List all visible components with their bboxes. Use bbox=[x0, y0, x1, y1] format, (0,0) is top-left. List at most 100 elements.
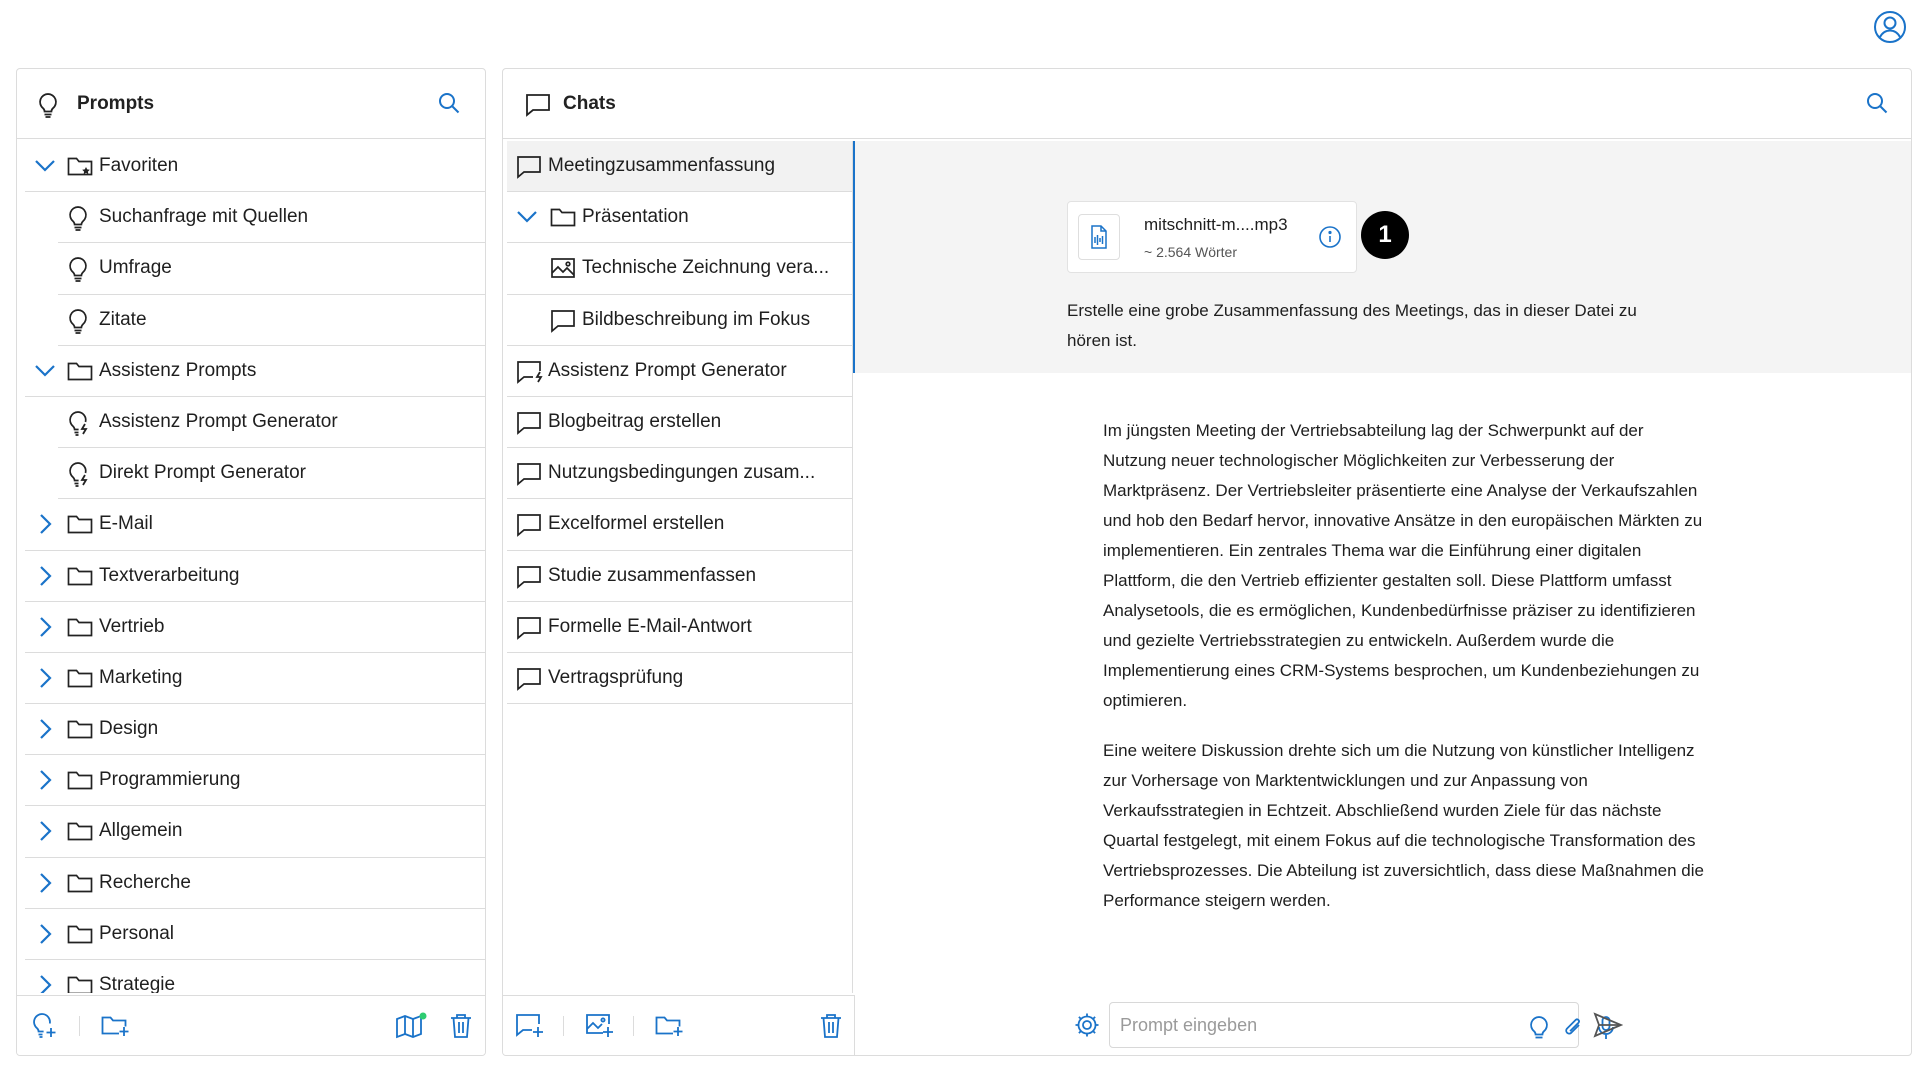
folder-design[interactable]: Design bbox=[25, 704, 485, 756]
chevron-right-icon[interactable] bbox=[33, 769, 57, 791]
chevron-right-icon[interactable] bbox=[33, 513, 57, 535]
folder-label: Programmierung bbox=[99, 769, 241, 791]
folder-assistenz-prompts[interactable]: Assistenz Prompts bbox=[25, 346, 485, 397]
chevron-right-icon[interactable] bbox=[33, 872, 57, 894]
folder-vertrieb[interactable]: Vertrieb bbox=[25, 602, 485, 653]
chat-item[interactable]: Excelformel erstellen bbox=[507, 499, 852, 551]
send-icon[interactable] bbox=[1593, 1011, 1623, 1039]
new-image-chat-icon[interactable] bbox=[585, 1012, 615, 1040]
folder-personal[interactable]: Personal bbox=[25, 909, 485, 960]
user-message: mitschnitt-m....mp3 ~ 2.564 Wörter 1 Ers… bbox=[855, 141, 1911, 373]
prompt-item[interactable]: Suchanfrage mit Quellen bbox=[58, 192, 485, 244]
chevron-right-icon[interactable] bbox=[33, 667, 57, 689]
callout-badge: 1 bbox=[1361, 211, 1409, 259]
chevron-down-icon[interactable] bbox=[33, 360, 57, 382]
folder-strategie[interactable]: Strategie bbox=[25, 960, 485, 993]
folder-programmierung[interactable]: Programmierung bbox=[25, 755, 485, 807]
chat-bubble-icon bbox=[516, 615, 542, 641]
chevron-down-icon[interactable] bbox=[33, 155, 57, 177]
divider bbox=[79, 1016, 80, 1036]
chevron-right-icon[interactable] bbox=[33, 923, 57, 945]
chat-item[interactable]: Vertragsprüfung bbox=[507, 653, 852, 705]
folder-label: Strategie bbox=[99, 974, 176, 993]
folder-favoriten[interactable]: Favoriten bbox=[25, 141, 485, 193]
chevron-right-icon[interactable] bbox=[33, 616, 57, 638]
chat-bolt-icon bbox=[516, 359, 544, 385]
folder-icon bbox=[67, 973, 93, 993]
chat-item[interactable]: Nutzungsbedingungen zusam... bbox=[507, 448, 852, 500]
user-message-text: Erstelle eine grobe Zusammenfassung des … bbox=[1067, 301, 1637, 350]
chevron-right-icon[interactable] bbox=[33, 565, 57, 587]
chat-label: Formelle E-Mail-Antwort bbox=[548, 615, 752, 637]
lightbulb-icon bbox=[67, 308, 89, 334]
folder-label: Assistenz Prompts bbox=[99, 359, 257, 381]
prompt-label: Umfrage bbox=[99, 257, 172, 279]
chat-item[interactable]: Blogbeitrag erstellen bbox=[507, 397, 852, 449]
folder-label: Marketing bbox=[99, 666, 183, 688]
divider bbox=[633, 1016, 634, 1036]
chat-folder-praesentation[interactable]: Präsentation bbox=[507, 192, 852, 244]
folder-recherche[interactable]: Recherche bbox=[25, 858, 485, 909]
chat-bubble-icon bbox=[516, 461, 542, 487]
folder-icon bbox=[67, 512, 93, 536]
chat-bubble-icon bbox=[516, 410, 542, 436]
folder-marketing[interactable]: Marketing bbox=[25, 653, 485, 705]
chat-bubble-icon bbox=[516, 564, 542, 590]
search-icon[interactable] bbox=[437, 91, 461, 115]
folder-e-mail[interactable]: E-Mail bbox=[25, 499, 485, 551]
chevron-right-icon[interactable] bbox=[33, 820, 57, 842]
folder-icon bbox=[67, 615, 93, 639]
chats-footer bbox=[503, 995, 855, 1055]
folder-textverarbeitung[interactable]: Textverarbeitung bbox=[25, 551, 485, 602]
chat-item-selected[interactable]: Meetingzusammenfassung bbox=[507, 141, 852, 193]
add-folder-icon[interactable] bbox=[101, 1012, 131, 1038]
chat-item[interactable]: Assistenz Prompt Generator bbox=[507, 346, 852, 397]
prompt-input-bar bbox=[855, 995, 1911, 1055]
folder-allgemein[interactable]: Allgemein bbox=[25, 806, 485, 858]
prompt-item[interactable]: Direkt Prompt Generator bbox=[58, 448, 485, 500]
folder-icon bbox=[67, 564, 93, 588]
prompt-item[interactable]: Assistenz Prompt Generator bbox=[58, 397, 485, 449]
chevron-right-icon[interactable] bbox=[33, 974, 57, 993]
chevron-down-icon[interactable] bbox=[515, 206, 539, 228]
user-account-button[interactable] bbox=[1873, 10, 1907, 44]
chat-item[interactable]: Formelle E-Mail-Antwort bbox=[507, 602, 852, 653]
prompt-library-icon[interactable] bbox=[395, 1012, 427, 1040]
prompts-title: Prompts bbox=[77, 93, 155, 114]
prompt-input[interactable] bbox=[1120, 1003, 1520, 1047]
chat-label: Excelformel erstellen bbox=[548, 513, 725, 535]
assistant-paragraph: Im jüngsten Meeting der Vertriebsabteilu… bbox=[1103, 421, 1703, 710]
chat-label: Studie zusammenfassen bbox=[548, 564, 757, 586]
new-chat-icon[interactable] bbox=[515, 1012, 545, 1040]
lightbulb-icon bbox=[67, 256, 89, 283]
chat-item[interactable]: Technische Zeichnung vera... bbox=[507, 243, 852, 295]
paperclip-icon[interactable] bbox=[1562, 1015, 1584, 1041]
trash-icon[interactable] bbox=[819, 1012, 843, 1040]
chat-item[interactable]: Studie zusammenfassen bbox=[507, 551, 852, 602]
prompt-input-field bbox=[1109, 1002, 1614, 1048]
prompt-item[interactable]: Umfrage bbox=[58, 243, 485, 295]
search-icon[interactable] bbox=[1865, 91, 1889, 115]
chat-item[interactable]: Bildbeschreibung im Fokus bbox=[507, 295, 852, 346]
user-circle-icon bbox=[1874, 11, 1906, 43]
prompts-panel: Prompts Favoriten Suchanfrage mit Quelle… bbox=[16, 68, 486, 1056]
add-prompt-icon[interactable] bbox=[31, 1012, 59, 1040]
chevron-right-icon[interactable] bbox=[33, 718, 57, 740]
info-icon[interactable] bbox=[1318, 225, 1342, 249]
lightbulb-icon[interactable] bbox=[1528, 1015, 1550, 1041]
chats-title: Chats bbox=[563, 93, 616, 114]
lightbulb-icon bbox=[67, 205, 89, 232]
settings-gear-icon[interactable] bbox=[1073, 1011, 1101, 1039]
lightbulb-bolt-icon bbox=[67, 410, 91, 436]
folder-icon bbox=[67, 871, 93, 895]
chat-bubble-icon bbox=[550, 308, 576, 334]
chat-bubble-icon bbox=[525, 92, 551, 118]
trash-icon[interactable] bbox=[449, 1012, 473, 1040]
chat-list: Meetingzusammenfassung Präsentation Tech… bbox=[507, 141, 853, 993]
new-chat-folder-icon[interactable] bbox=[655, 1012, 685, 1038]
attached-file-card[interactable]: mitschnitt-m....mp3 ~ 2.564 Wörter bbox=[1067, 201, 1357, 273]
folder-label: Personal bbox=[99, 922, 174, 944]
prompt-item[interactable]: Zitate bbox=[58, 295, 485, 346]
file-name: mitschnitt-m....mp3 bbox=[1144, 215, 1288, 234]
folder-label: Favoriten bbox=[99, 155, 179, 176]
